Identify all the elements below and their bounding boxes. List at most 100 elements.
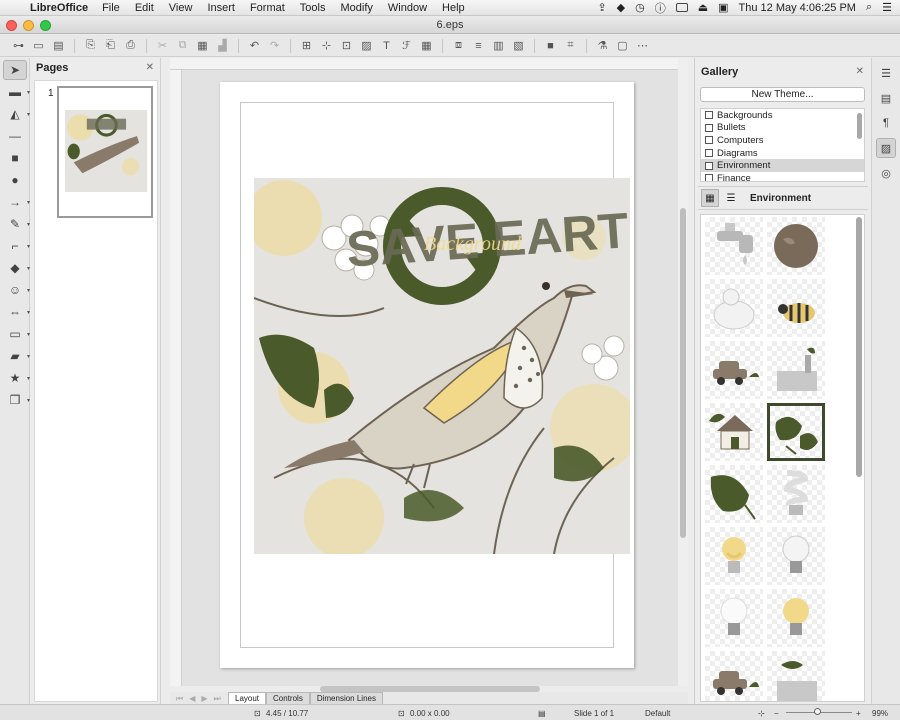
- copy-icon[interactable]: ⧉: [174, 38, 191, 53]
- zoom-out-icon[interactable]: −: [774, 709, 779, 718]
- export-pdf-icon[interactable]: ⎗: [102, 38, 119, 53]
- last-tab-icon[interactable]: ⏭: [214, 694, 221, 704]
- line-tool[interactable]: —: [3, 126, 27, 146]
- fit-page-icon[interactable]: ⊹: [758, 709, 765, 718]
- gallery-scrollbar[interactable]: [856, 217, 862, 477]
- zoom-icon[interactable]: ⊡: [338, 38, 355, 53]
- drawing-canvas[interactable]: SAVE EARTH Background: [182, 70, 678, 686]
- tab-layout[interactable]: Layout: [228, 692, 267, 704]
- horizontal-ruler[interactable]: [170, 58, 678, 70]
- app-menu[interactable]: LibreOffice: [30, 2, 88, 14]
- fill-color-tool[interactable]: ◭ ▾: [3, 104, 30, 124]
- vertical-ruler[interactable]: [170, 70, 182, 686]
- prev-tab-icon[interactable]: ◀: [189, 694, 195, 704]
- image-icon[interactable]: ▨: [358, 38, 375, 53]
- basic-shapes-tool[interactable]: ◆ ▾: [3, 258, 30, 278]
- gallery-item-leaf[interactable]: [705, 465, 763, 523]
- first-tab-icon[interactable]: ⏮: [176, 694, 183, 704]
- gallery-item-car-small[interactable]: [705, 651, 763, 701]
- print-icon[interactable]: ⎙: [122, 38, 139, 53]
- theme-item-computers[interactable]: Computers: [701, 134, 864, 147]
- callouts-tool[interactable]: ▰ ▾: [3, 346, 30, 366]
- line-color-tool[interactable]: ▬ ▾: [3, 82, 30, 102]
- select-tool[interactable]: ➤: [3, 60, 27, 80]
- paste-icon[interactable]: ▦: [194, 38, 211, 53]
- transform-icon[interactable]: ⧈: [450, 38, 467, 53]
- helplines-icon[interactable]: ⊹: [318, 38, 335, 53]
- gallery-item-bulb-white[interactable]: [705, 589, 763, 647]
- tab-dimension-lines[interactable]: Dimension Lines: [309, 692, 383, 704]
- menu-insert[interactable]: Insert: [207, 2, 235, 14]
- spotlight-icon[interactable]: ⌕: [866, 1, 872, 14]
- upload-icon[interactable]: ⇪: [597, 1, 606, 14]
- crop-icon[interactable]: ⌗: [562, 38, 579, 53]
- gallery-item-car[interactable]: [705, 341, 763, 399]
- menu-modify[interactable]: Modify: [340, 2, 372, 14]
- time-machine-icon[interactable]: ◷: [635, 1, 645, 14]
- clock[interactable]: Thu 12 May 4:06:25 PM: [739, 2, 856, 14]
- stars-tool[interactable]: ★ ▾: [3, 368, 30, 388]
- distribute-icon[interactable]: ▧: [510, 38, 527, 53]
- cut-icon[interactable]: ✂: [154, 38, 171, 53]
- navigator-deck-button[interactable]: ◎: [876, 163, 896, 183]
- properties-deck-button[interactable]: ☰: [876, 63, 896, 83]
- detailed-view-icon[interactable]: ☰: [722, 189, 740, 207]
- vertical-scrollbar[interactable]: [678, 58, 688, 686]
- menu-format[interactable]: Format: [250, 2, 285, 14]
- theme-item-bullets[interactable]: Bullets: [701, 122, 864, 135]
- page-thumbnail[interactable]: [57, 86, 153, 218]
- textbox-icon[interactable]: T: [378, 38, 395, 53]
- save-icon[interactable]: ▤: [50, 38, 67, 53]
- theme-item-environment[interactable]: Environment: [701, 159, 864, 172]
- shadow-icon[interactable]: ■: [542, 38, 559, 53]
- menu-window[interactable]: Window: [388, 2, 427, 14]
- gallery-item-factory-small[interactable]: [767, 651, 825, 701]
- theme-item-backgrounds[interactable]: Backgrounds: [701, 109, 864, 122]
- symbol-shapes-tool[interactable]: ☺ ▾: [3, 280, 30, 300]
- gallery-item-bulb-idea[interactable]: [767, 589, 825, 647]
- dropbox-icon[interactable]: ◆: [617, 1, 625, 14]
- close-icon[interactable]: ✕: [856, 66, 864, 77]
- display-icon[interactable]: [675, 3, 688, 12]
- eps-artwork[interactable]: SAVE EARTH Background: [254, 178, 630, 554]
- flag-icon[interactable]: ▣: [718, 1, 728, 14]
- zoom-level[interactable]: 99%: [872, 709, 888, 718]
- connector-icon[interactable]: ⊶: [10, 38, 27, 53]
- gallery-item-polar-bear[interactable]: [705, 279, 763, 337]
- menu-help[interactable]: Help: [442, 2, 465, 14]
- document-page[interactable]: SAVE EARTH Background: [220, 82, 634, 668]
- tab-controls[interactable]: Controls: [266, 692, 310, 704]
- 3d-objects-tool[interactable]: ❒ ▾: [3, 390, 30, 410]
- menu-file[interactable]: File: [102, 2, 120, 14]
- rectangle-tool[interactable]: ■: [3, 148, 27, 168]
- align-icon[interactable]: ≡: [470, 38, 487, 53]
- new-theme-button[interactable]: New Theme...: [700, 87, 865, 102]
- gallery-item-tap[interactable]: [705, 217, 763, 275]
- gallery-item-bulb-yellow[interactable]: [705, 527, 763, 585]
- gallery-item-bee[interactable]: [767, 279, 825, 337]
- gallery-deck-button[interactable]: ▨: [876, 138, 896, 158]
- styles-deck-button[interactable]: ¶: [876, 113, 896, 133]
- menu-view[interactable]: View: [169, 2, 193, 14]
- gallery-item-house-leaf[interactable]: [705, 403, 763, 461]
- eject-icon[interactable]: ⏏: [698, 1, 708, 14]
- curve-tool[interactable]: ✎ ▾: [3, 214, 30, 234]
- theme-item-diagrams[interactable]: Diagrams: [701, 147, 864, 160]
- master-slides-deck-button[interactable]: ▤: [876, 88, 896, 108]
- redo-icon[interactable]: ↷: [266, 38, 283, 53]
- flowchart-tool[interactable]: ▭ ▾: [3, 324, 30, 344]
- more-icon[interactable]: ⋯: [634, 38, 651, 53]
- connector-tool[interactable]: ⌐ ▾: [3, 236, 30, 256]
- fontwork-icon[interactable]: ℱ: [398, 38, 415, 53]
- zoom-slider-handle[interactable]: [814, 708, 821, 715]
- grid-icon[interactable]: ⊞: [298, 38, 315, 53]
- frame-icon[interactable]: ▢: [614, 38, 631, 53]
- gallery-item-factory[interactable]: [767, 341, 825, 399]
- menu-edit[interactable]: Edit: [135, 2, 154, 14]
- zoom-in-icon[interactable]: +: [856, 709, 861, 718]
- info-icon[interactable]: ⓘ: [655, 0, 666, 16]
- scroll-thumb[interactable]: [680, 208, 686, 538]
- arrange-icon[interactable]: ▥: [490, 38, 507, 53]
- open-icon[interactable]: ▭: [30, 38, 47, 53]
- block-arrows-tool[interactable]: ⇔ ▾: [3, 302, 30, 322]
